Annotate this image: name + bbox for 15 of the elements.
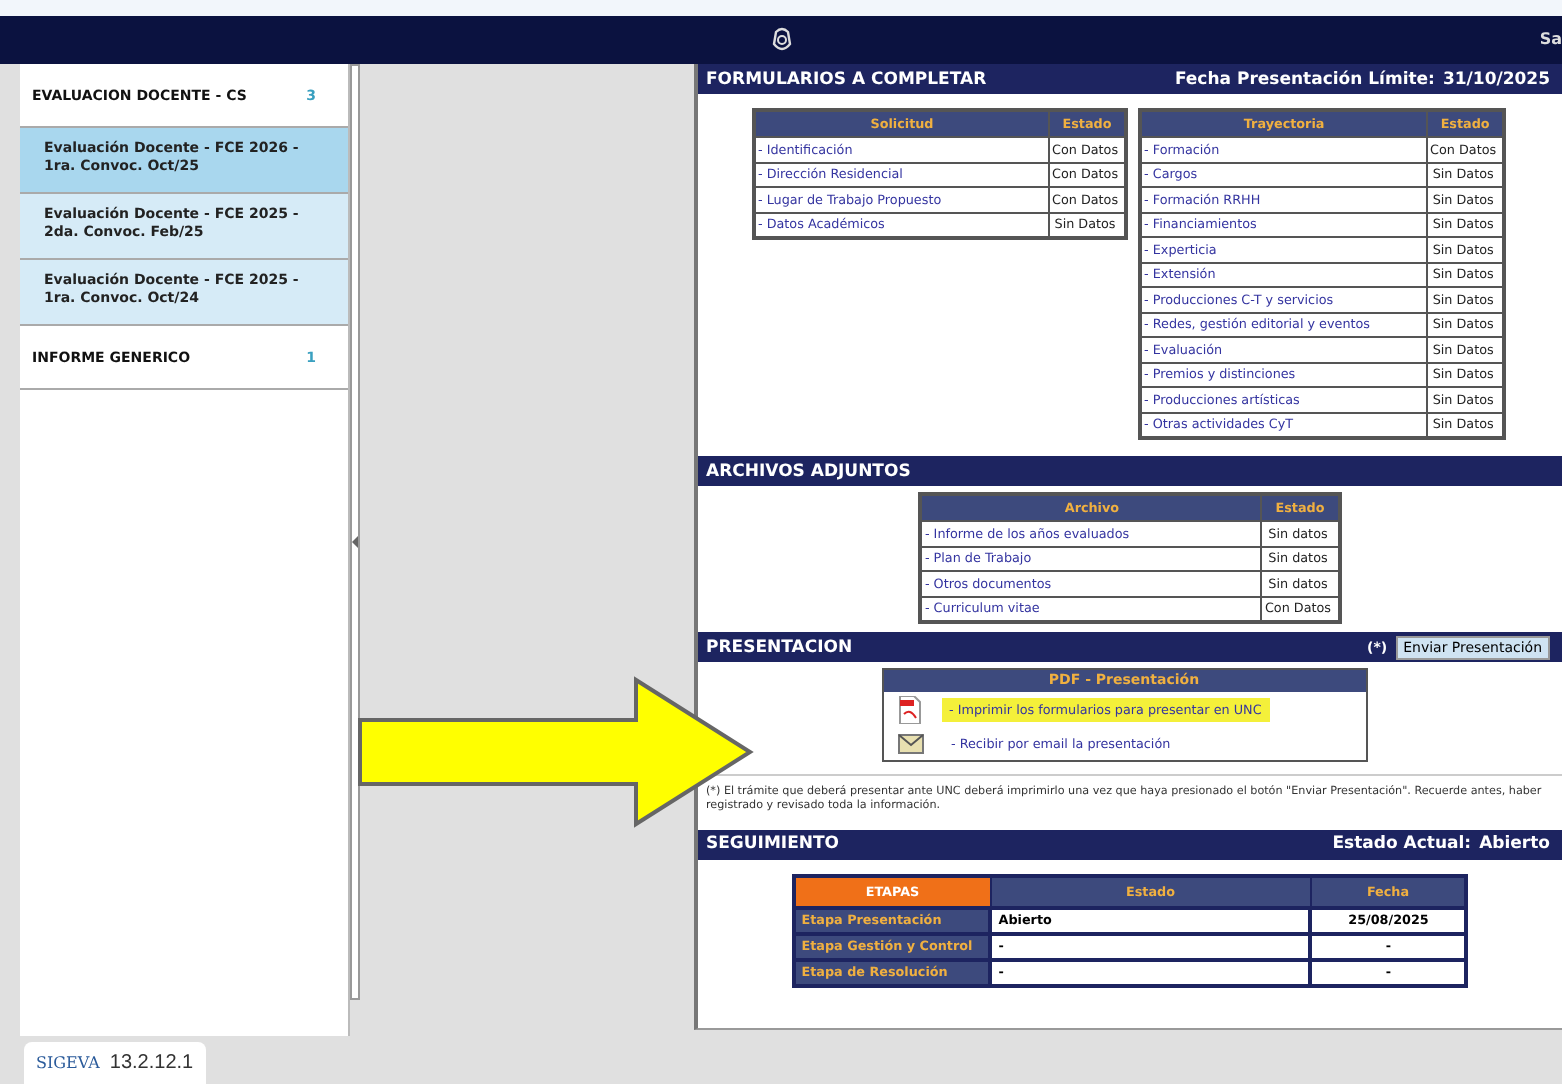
current-status: Abierto — [1479, 834, 1550, 855]
section-title: SEGUIMIENTO — [706, 834, 840, 855]
user-name: Sa — [1539, 30, 1562, 48]
status-label: Estado Actual: — [1332, 834, 1472, 855]
section-title: ARCHIVOS ADJUNTOS — [706, 461, 911, 481]
pdf-file-icon — [897, 695, 921, 723]
section-title: PRESENTACION — [706, 637, 853, 657]
splitter-handle[interactable] — [350, 64, 360, 1000]
envelope-icon — [897, 733, 923, 753]
deadline-date: 31/10/2025 — [1442, 69, 1550, 89]
crest-icon — [769, 26, 793, 54]
version-number: 13.2.12.1 — [109, 1052, 194, 1074]
app-logo: SIGEVA — [36, 1054, 100, 1072]
section-title: FORMULARIOS A COMPLETAR — [706, 69, 987, 89]
deadline-label: Fecha Presentación Límite: — [1174, 69, 1435, 89]
